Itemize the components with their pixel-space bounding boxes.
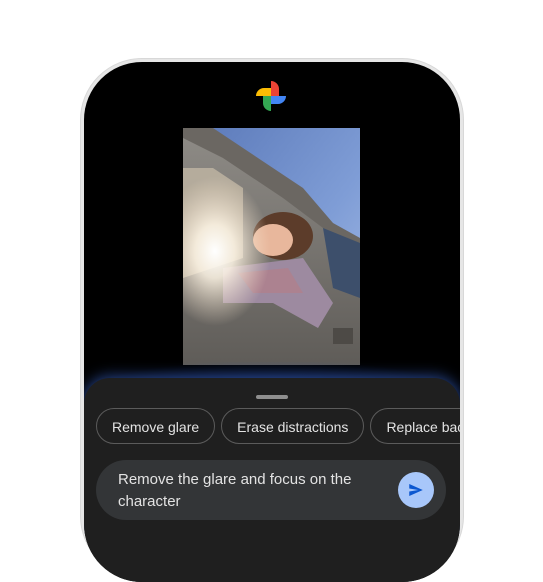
- chip-remove-glare[interactable]: Remove glare: [96, 408, 216, 444]
- prompt-input[interactable]: Remove the glare and focus on the charac…: [118, 469, 388, 513]
- phone-screen: Remove glare Erase distractions Replace ba…: [84, 62, 460, 582]
- drag-handle[interactable]: [256, 395, 288, 399]
- edited-photo[interactable]: [183, 128, 360, 365]
- edit-bottom-sheet: Remove glare Erase distractions Replace ba…: [84, 378, 460, 582]
- prompt-input-container[interactable]: Remove the glare and focus on the charac…: [96, 460, 446, 520]
- chip-erase-distractions[interactable]: Erase distractions: [221, 408, 365, 444]
- send-icon: [409, 484, 423, 496]
- suggestion-chips: Remove glare Erase distractions Replace ba…: [96, 408, 460, 448]
- send-button[interactable]: [398, 472, 434, 508]
- chip-replace-background[interactable]: Replace background: [370, 408, 460, 444]
- google-photos-logo-icon: [254, 79, 288, 113]
